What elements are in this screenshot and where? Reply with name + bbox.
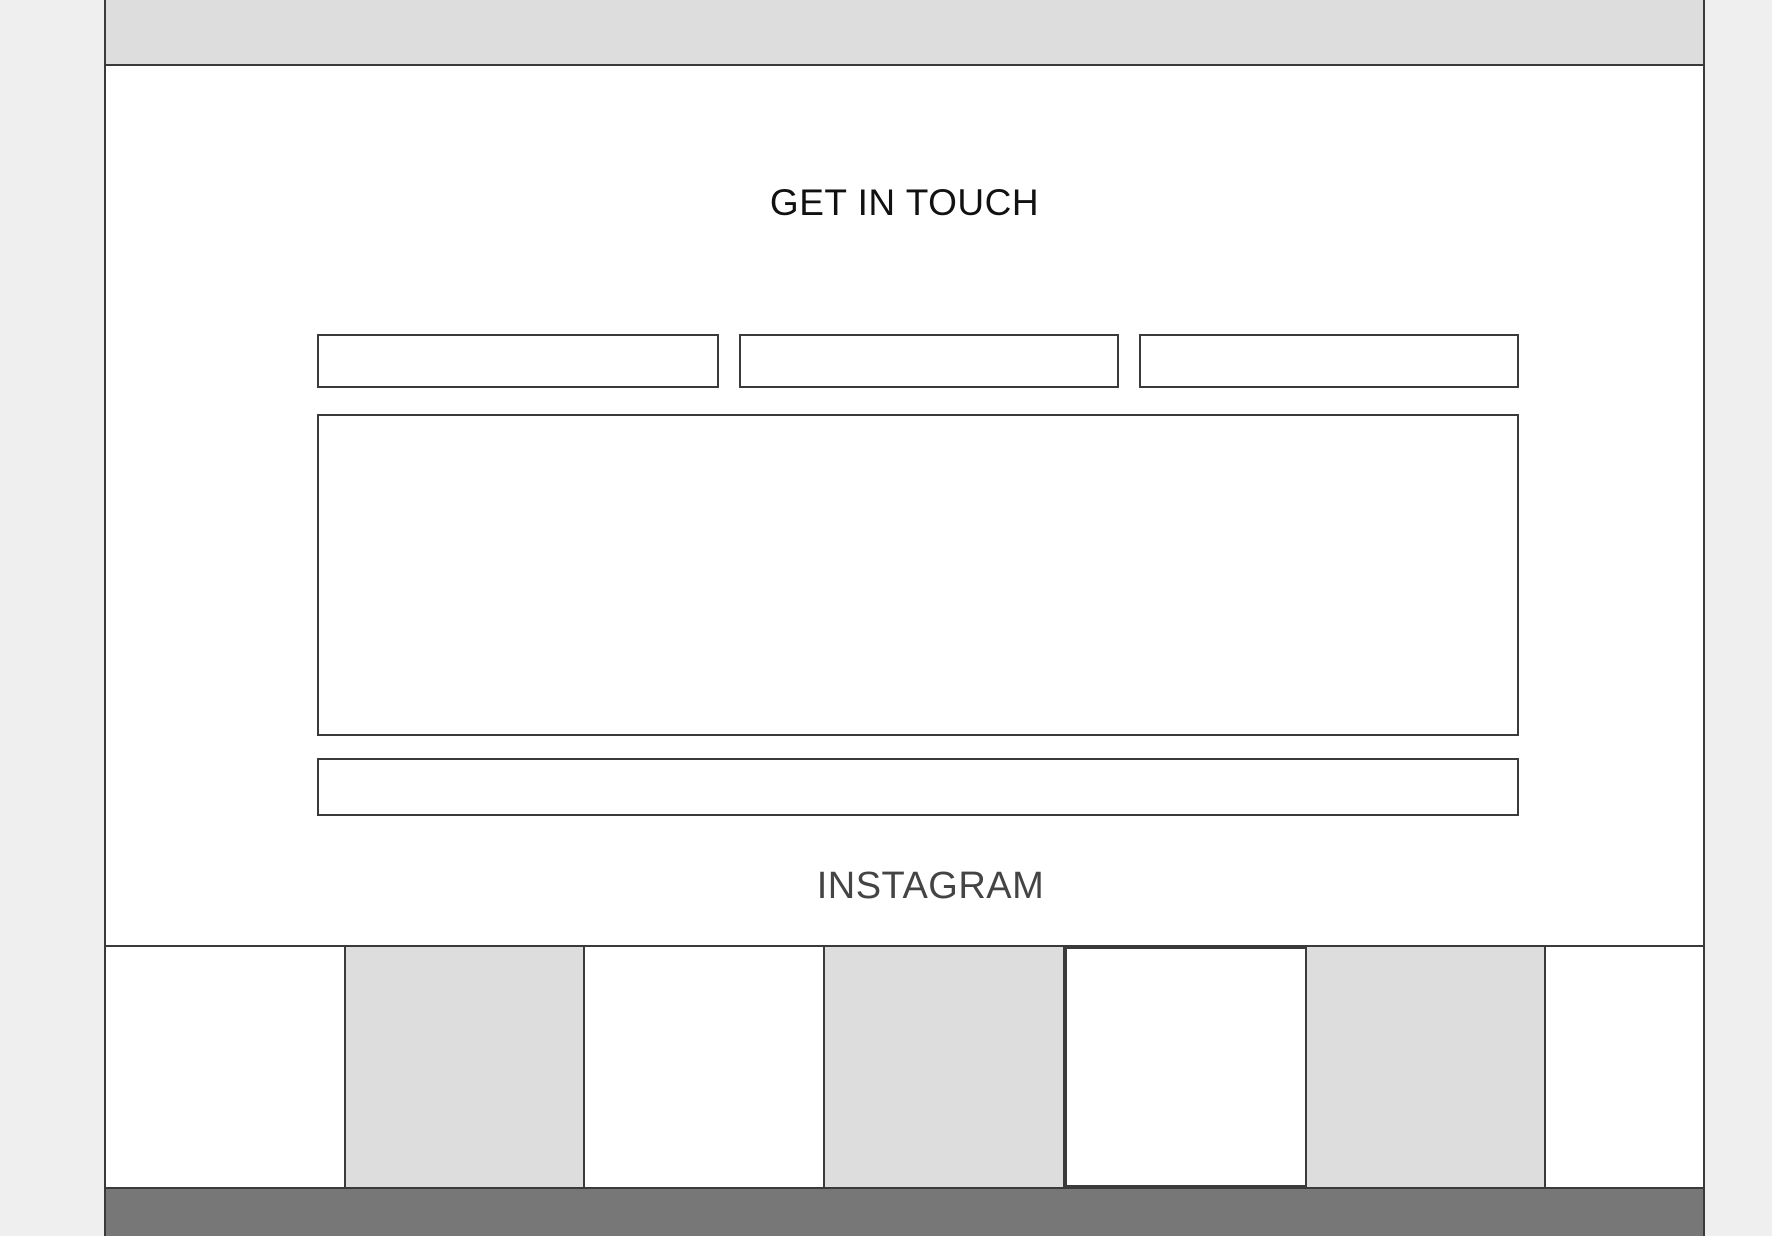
gallery-tile[interactable] [106,947,346,1187]
gallery-tile[interactable] [1307,947,1546,1187]
contact-section: GET IN TOUCH INSTAGRAM [106,66,1703,947]
gallery-tile[interactable] [1065,947,1307,1187]
page-frame: GET IN TOUCH INSTAGRAM [104,0,1705,1236]
submit-bar[interactable] [317,758,1519,816]
gallery-tile[interactable] [825,947,1065,1187]
footer-bar [106,1187,1703,1236]
gallery-tile[interactable] [1546,947,1703,1187]
header-bar [106,0,1703,66]
gallery-tile[interactable] [346,947,585,1187]
gallery-tile[interactable] [585,947,825,1187]
message-field[interactable] [317,414,1519,736]
contact-field-1[interactable] [317,334,719,388]
instagram-gallery [106,947,1703,1187]
instagram-title: INSTAGRAM [816,865,1045,907]
contact-field-3[interactable] [1139,334,1519,388]
contact-field-2[interactable] [739,334,1119,388]
contact-title: GET IN TOUCH [769,182,1040,223]
